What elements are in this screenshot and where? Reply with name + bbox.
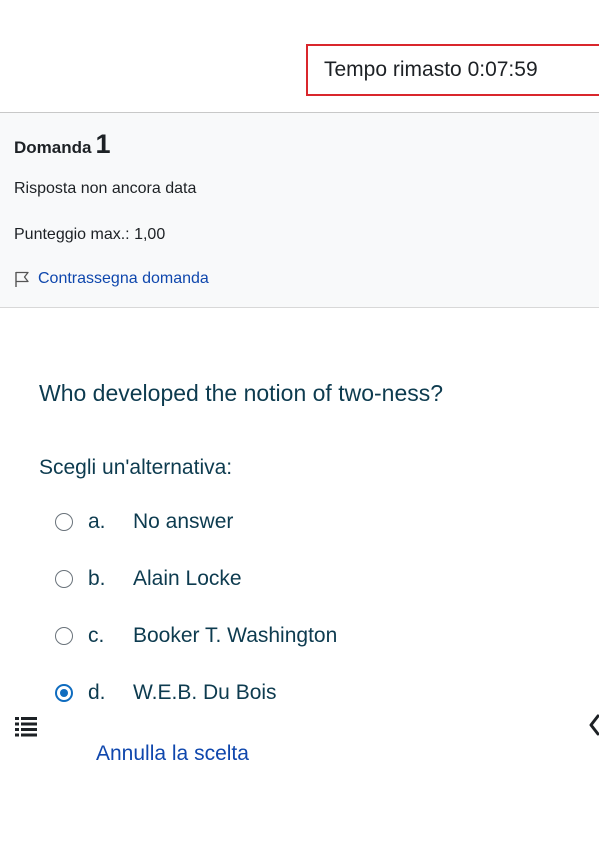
answer-option-b[interactable]: b. Alain Locke — [55, 567, 242, 591]
answer-option-a[interactable]: a. No answer — [55, 510, 233, 534]
quiz-page: Tempo rimasto 0:07:59 Domanda 1 Risposta … — [0, 0, 599, 848]
list-icon[interactable] — [14, 715, 38, 737]
answer-option-d[interactable]: d. W.E.B. Du Bois — [55, 681, 277, 705]
radio-button-c[interactable] — [55, 627, 73, 645]
question-number: 1 — [95, 129, 111, 159]
option-label: W.E.B. Du Bois — [133, 681, 277, 704]
quiz-timer: Tempo rimasto 0:07:59 — [306, 44, 599, 96]
radio-button-a[interactable] — [55, 513, 73, 531]
answer-option-c[interactable]: c. Booker T. Washington — [55, 624, 337, 648]
radio-button-b[interactable] — [55, 570, 73, 588]
answer-prompt: Scegli un'alternativa: — [39, 456, 233, 479]
question-heading: Domanda 1 — [14, 129, 111, 160]
option-letter: d. — [88, 681, 106, 704]
flag-icon — [15, 271, 29, 287]
option-label: No answer — [133, 510, 234, 533]
clear-choice-link[interactable]: Annulla la scelta — [96, 742, 249, 766]
option-label: Booker T. Washington — [133, 624, 338, 647]
flag-question-link[interactable]: Contrassegna domanda — [14, 270, 209, 288]
question-text: Who developed the notion of two-ness? — [39, 380, 444, 406]
option-label: Alain Locke — [133, 567, 242, 590]
option-letter: c. — [88, 624, 105, 647]
option-letter: b. — [88, 567, 106, 590]
question-info-panel: Domanda 1 Risposta non ancora data Punteg… — [0, 112, 599, 308]
question-state: Risposta non ancora data — [14, 180, 197, 197]
question-grade: Punteggio max.: 1,00 — [14, 226, 166, 243]
timer-value: 0:07:59 — [467, 58, 538, 81]
question-heading-label: Domanda — [14, 138, 92, 157]
radio-button-d[interactable] — [55, 684, 73, 702]
timer-label: Tempo rimasto — [324, 58, 462, 81]
chevron-left-icon[interactable] — [588, 713, 599, 737]
option-letter: a. — [88, 510, 106, 533]
flag-question-label: Contrassegna domanda — [38, 270, 209, 287]
